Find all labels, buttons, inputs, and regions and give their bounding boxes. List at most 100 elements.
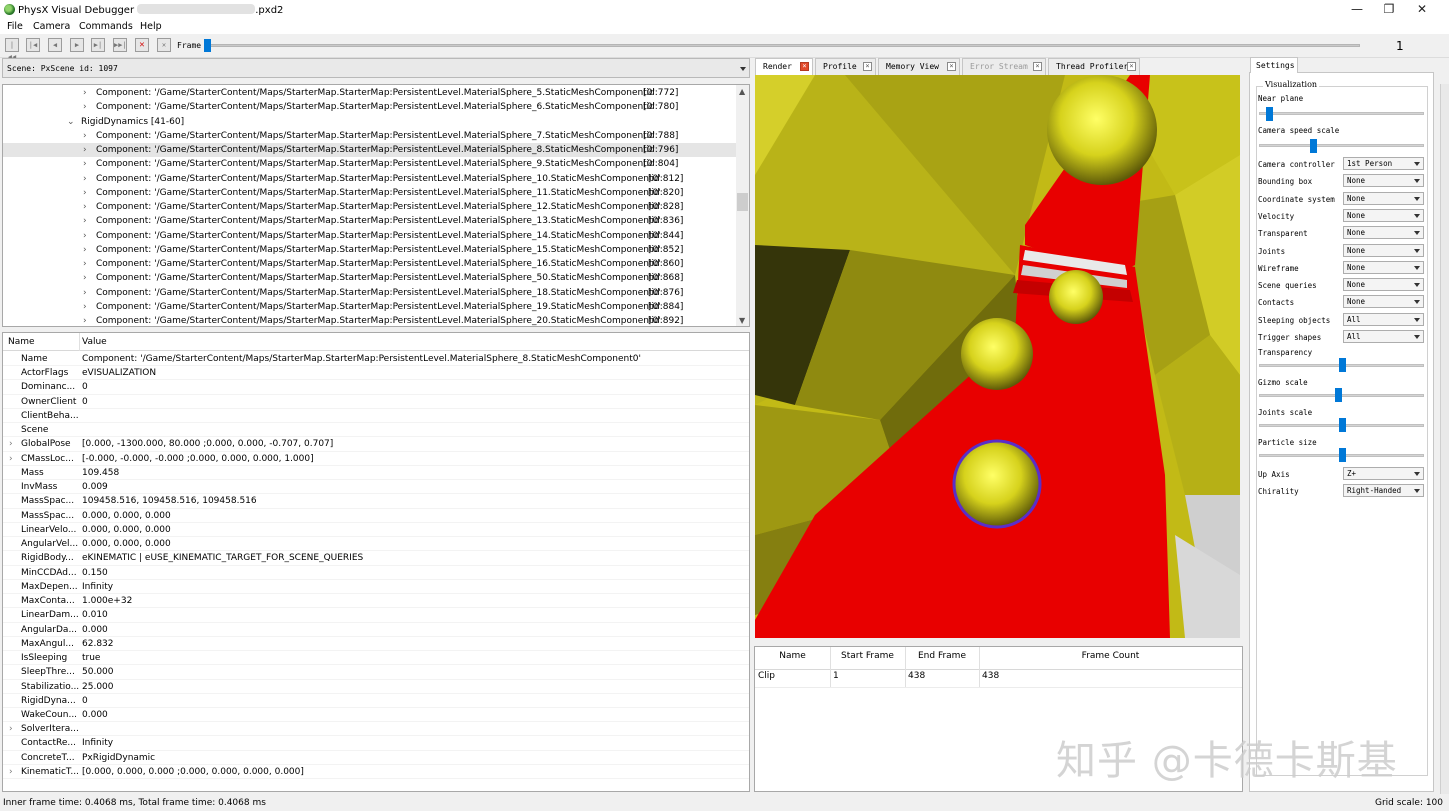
tree-item[interactable]: › Component: '/Game/StarterContent/Maps/… <box>3 271 737 285</box>
chevron-right-icon[interactable]: › <box>83 143 87 157</box>
tab-error-stream[interactable]: Error Stream × <box>962 58 1046 75</box>
scroll-down-icon[interactable]: ▼ <box>739 316 745 325</box>
chevron-right-icon[interactable]: › <box>83 157 87 171</box>
frame-slider-thumb[interactable] <box>204 39 211 52</box>
chevron-right-icon[interactable]: › <box>83 243 87 257</box>
chevron-right-icon[interactable]: › <box>83 186 87 200</box>
property-row[interactable]: LinearVelo... 0.000, 0.000, 0.000 <box>3 523 749 538</box>
wireframe-select[interactable]: None <box>1343 260 1424 274</box>
tab-render[interactable]: Render × <box>755 58 813 75</box>
chevron-right-icon[interactable]: › <box>83 200 87 214</box>
chevron-right-icon[interactable]: › <box>9 722 13 736</box>
close-icon[interactable]: × <box>863 62 872 71</box>
chevron-right-icon[interactable]: › <box>83 271 87 285</box>
up-axis-select[interactable]: Z+ <box>1343 467 1424 480</box>
transparent-select[interactable]: None <box>1343 226 1424 240</box>
camera-controller-select[interactable]: 1st Person <box>1343 157 1424 170</box>
transparency-slider-thumb[interactable] <box>1338 358 1346 372</box>
tree-item[interactable]: › Component: '/Game/StarterContent/Maps/… <box>3 100 737 114</box>
chevron-right-icon[interactable]: › <box>9 765 13 779</box>
properties-header-name[interactable]: Name <box>8 337 35 347</box>
property-row[interactable]: ActorFlags eVISUALIZATION <box>3 366 749 381</box>
property-row[interactable]: Stabilizatio... 25.000 <box>3 680 749 694</box>
tree-item[interactable]: › Component: '/Game/StarterContent/Maps/… <box>3 129 737 143</box>
tree-item[interactable]: › Component: '/Game/StarterContent/Maps/… <box>3 143 737 158</box>
clips-header-frame-count[interactable]: Frame Count <box>979 651 1242 661</box>
property-row[interactable]: AngularDa... 0.000 <box>3 623 749 637</box>
stop-icon[interactable]: ✕ <box>135 38 149 52</box>
close-icon[interactable]: × <box>1033 62 1042 71</box>
property-row[interactable]: AngularVel... 0.000, 0.000, 0.000 <box>3 537 749 552</box>
tree-item[interactable]: › Component: '/Game/StarterContent/Maps/… <box>3 200 737 214</box>
chevron-right-icon[interactable]: › <box>83 172 87 186</box>
property-row[interactable]: Name Component: '/Game/StarterContent/Map… <box>3 352 749 367</box>
joints-select[interactable]: None <box>1343 243 1424 257</box>
tree-item[interactable]: › Component: '/Game/StarterContent/Maps/… <box>3 214 737 228</box>
step-back-icon[interactable]: |◀ <box>26 38 40 52</box>
property-row[interactable]: LinearDam... 0.010 <box>3 608 749 623</box>
tree-item[interactable]: › Component: '/Game/StarterContent/Maps/… <box>3 243 737 257</box>
velocity-select[interactable]: None <box>1343 208 1424 222</box>
sphere-selected[interactable] <box>952 439 1042 529</box>
tree-scrollbar-thumb[interactable] <box>737 193 748 211</box>
property-row[interactable]: Scene <box>3 423 749 438</box>
scene-select[interactable]: Scene: PxScene id: 1097 <box>2 58 750 78</box>
property-row[interactable]: ClientBeha... <box>3 409 749 424</box>
menu-file[interactable]: File <box>7 21 23 32</box>
close-icon[interactable]: ✕ <box>1405 0 1439 20</box>
joints-scale-slider-thumb[interactable] <box>1338 418 1346 432</box>
tab-memory-view[interactable]: Memory View × <box>878 58 960 75</box>
tree-item[interactable]: › Component: '/Game/StarterContent/Maps/… <box>3 229 737 243</box>
tab-profile[interactable]: Profile × <box>815 58 876 75</box>
close-icon[interactable]: × <box>947 62 956 71</box>
property-row[interactable]: OwnerClient 0 <box>3 395 749 409</box>
disconnect-icon[interactable]: ✕ <box>157 38 171 52</box>
close-icon[interactable]: × <box>800 62 809 71</box>
chevron-right-icon[interactable]: › <box>83 129 87 143</box>
property-row[interactable]: MassSpac... 109458.516, 109458.516, 10945… <box>3 494 749 509</box>
minimize-icon[interactable]: — <box>1340 0 1374 20</box>
scroll-up-icon[interactable]: ▲ <box>739 87 745 96</box>
chevron-right-icon[interactable]: › <box>83 229 87 243</box>
property-row[interactable]: › KinematicT... [0.000, 0.000, 0.000 ;0.00… <box>3 765 749 780</box>
chevron-down-icon[interactable]: ⌄ <box>67 115 75 129</box>
tree-item[interactable]: › Component: '/Game/StarterContent/Maps/… <box>3 257 737 271</box>
tree-item[interactable]: › Component: '/Game/StarterContent/Maps/… <box>3 157 737 171</box>
go-to-first-frame-icon[interactable]: |◀◀ <box>5 38 19 61</box>
tree-item[interactable]: › Component: '/Game/StarterContent/Maps/… <box>3 286 737 300</box>
tree-item[interactable]: › Component: '/Game/StarterContent/Maps/… <box>3 300 737 314</box>
chevron-right-icon[interactable]: › <box>9 437 13 451</box>
chevron-right-icon[interactable]: › <box>83 100 87 114</box>
tree-group-rigid-dynamics[interactable]: ⌄ RigidDynamics [41-60] <box>3 115 737 129</box>
property-row[interactable]: › GlobalPose [0.000, -1300.000, 80.000 ;0.… <box>3 437 749 452</box>
clips-header-name[interactable]: Name <box>755 651 830 661</box>
trigger-shapes-select[interactable]: All <box>1343 330 1424 343</box>
coordinate-system-select[interactable]: None <box>1343 191 1424 205</box>
gizmo-scale-slider-thumb[interactable] <box>1335 388 1343 402</box>
tab-settings[interactable]: Settings <box>1250 57 1298 73</box>
scene-queries-select[interactable]: None <box>1343 278 1424 292</box>
tree-item[interactable]: › Component: '/Game/StarterContent/Maps/… <box>3 314 737 326</box>
near-plane-slider-track[interactable] <box>1259 112 1424 115</box>
play-backward-icon[interactable]: ◀ <box>48 38 62 52</box>
menu-camera[interactable]: Camera <box>33 21 70 32</box>
tree-item[interactable]: › Component: '/Game/StarterContent/Maps/… <box>3 172 737 186</box>
property-row[interactable]: ConcreteT... PxRigidDynamic <box>3 751 749 765</box>
chevron-right-icon[interactable]: › <box>9 452 13 466</box>
properties-header-value[interactable]: Value <box>82 337 107 347</box>
chevron-right-icon[interactable]: › <box>83 214 87 228</box>
close-icon[interactable]: × <box>1127 62 1136 71</box>
camera-speed-slider-track[interactable] <box>1259 144 1424 147</box>
play-forward-icon[interactable]: ▶ <box>70 38 84 52</box>
property-row[interactable]: › SolverItera... <box>3 722 749 737</box>
render-viewport[interactable] <box>755 75 1240 638</box>
tree-item[interactable]: › Component: '/Game/StarterContent/Maps/… <box>3 86 737 100</box>
chevron-right-icon[interactable]: › <box>83 286 87 300</box>
step-forward-icon[interactable]: ▶| <box>91 38 105 52</box>
chevron-right-icon[interactable]: › <box>83 257 87 271</box>
particle-size-slider-thumb[interactable] <box>1338 448 1346 462</box>
menu-commands[interactable]: Commands <box>79 21 133 32</box>
clips-header-end-frame[interactable]: End Frame <box>905 651 979 661</box>
property-row[interactable]: WakeCoun... 0.000 <box>3 708 749 723</box>
property-row[interactable]: MaxConta... 1.000e+32 <box>3 594 749 609</box>
